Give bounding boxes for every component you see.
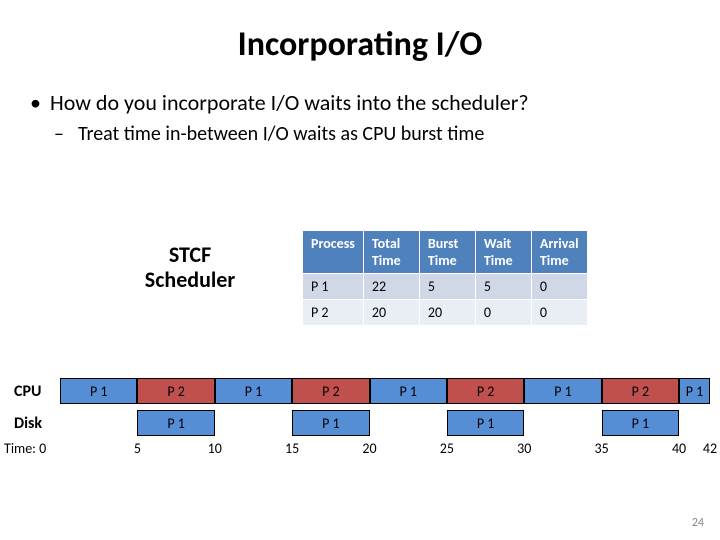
gantt-seg-p1: P 1 bbox=[370, 378, 447, 404]
th-wait: Wait Time bbox=[475, 231, 531, 274]
cell: 20 bbox=[419, 300, 475, 326]
gantt-seg-p2: P 2 bbox=[137, 378, 214, 404]
gantt-seg-p1: P 1 bbox=[137, 410, 214, 436]
table-row: P 2 20 20 0 0 bbox=[303, 300, 588, 326]
scheduler-label-line2: Scheduler bbox=[110, 267, 270, 292]
bullet-list: How do you incorporate I/O waits into th… bbox=[30, 89, 720, 146]
bullet-level-2: Treat time in-between I/O waits as CPU b… bbox=[30, 122, 720, 146]
gantt-seg-p1: P 1 bbox=[602, 410, 679, 436]
th-total: Total Time bbox=[363, 231, 419, 274]
slide-title: Incorporating I/O bbox=[0, 0, 720, 65]
cell: 0 bbox=[475, 300, 531, 326]
gantt-seg-p1: P 1 bbox=[679, 378, 710, 404]
th-burst: Burst Time bbox=[419, 231, 475, 274]
gantt-seg-p1: P 1 bbox=[60, 378, 137, 404]
th-process: Process bbox=[303, 231, 364, 274]
table-header-row: Process Total Time Burst Time Wait Time … bbox=[303, 231, 588, 274]
cell: P 1 bbox=[303, 274, 364, 300]
th-arrival: Arrival Time bbox=[531, 231, 587, 274]
tick: 10 bbox=[208, 440, 222, 457]
gantt-seg-p1: P 1 bbox=[447, 410, 524, 436]
cell: P 2 bbox=[303, 300, 364, 326]
tick: 40 bbox=[672, 440, 686, 457]
bullet-level-1: How do you incorporate I/O waits into th… bbox=[30, 89, 720, 116]
cell: 5 bbox=[475, 274, 531, 300]
gantt-seg-p2: P 2 bbox=[292, 378, 369, 404]
scheduler-label-line1: STCF bbox=[110, 242, 270, 267]
cell: 0 bbox=[531, 274, 587, 300]
gantt-seg-p1: P 1 bbox=[292, 410, 369, 436]
tick: 42 bbox=[703, 440, 717, 457]
slide: Incorporating I/O How do you incorporate… bbox=[0, 0, 720, 540]
cpu-row-label: CPU bbox=[14, 382, 41, 401]
gantt-seg-p2: P 2 bbox=[447, 378, 524, 404]
cell: 20 bbox=[363, 300, 419, 326]
table-row: P 1 22 5 5 0 bbox=[303, 274, 588, 300]
gantt-seg-p1: P 1 bbox=[524, 378, 601, 404]
page-number: 24 bbox=[692, 516, 704, 530]
scheduler-label: STCF Scheduler bbox=[110, 242, 270, 293]
gantt-seg-p2: P 2 bbox=[602, 378, 679, 404]
gantt-seg-p1: P 1 bbox=[215, 378, 292, 404]
tick: 35 bbox=[595, 440, 609, 457]
disk-row-label: Disk bbox=[14, 414, 42, 433]
cell: 5 bbox=[419, 274, 475, 300]
time-zero-label: Time: 0 bbox=[4, 440, 46, 457]
cell: 0 bbox=[531, 300, 587, 326]
tick: 20 bbox=[362, 440, 376, 457]
process-table: Process Total Time Burst Time Wait Time … bbox=[302, 230, 588, 326]
tick: 25 bbox=[440, 440, 454, 457]
cell: 22 bbox=[363, 274, 419, 300]
tick: 30 bbox=[517, 440, 531, 457]
tick: 5 bbox=[134, 440, 141, 457]
tick: 15 bbox=[285, 440, 299, 457]
